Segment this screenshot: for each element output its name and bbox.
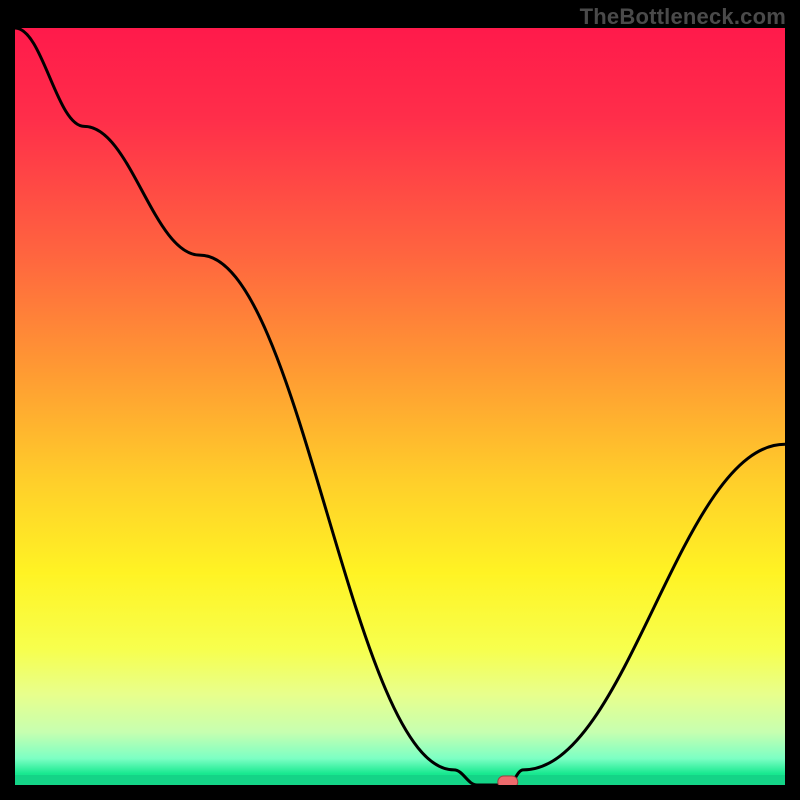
baseline-strip [15,775,785,785]
chart-frame: TheBottleneck.com [0,0,800,800]
plot-area [15,28,785,785]
gradient-background [15,28,785,785]
watermark-text: TheBottleneck.com [580,4,786,30]
bottleneck-chart [15,28,785,785]
optimal-point-marker [498,776,518,785]
